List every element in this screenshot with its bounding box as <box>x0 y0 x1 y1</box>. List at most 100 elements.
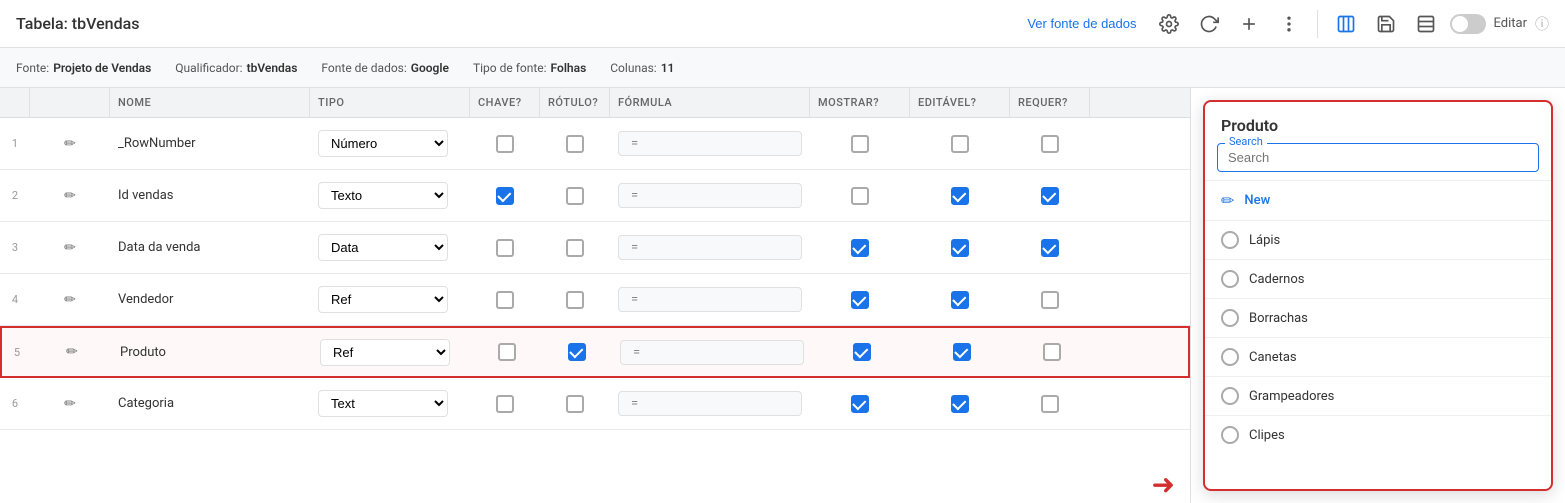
editavel-cell[interactable] <box>910 187 1010 205</box>
editavel-cell[interactable] <box>910 239 1010 257</box>
requer-cell[interactable] <box>1010 239 1090 257</box>
type-select[interactable]: Número Texto Data Ref Text <box>318 234 448 261</box>
chave-checkbox[interactable] <box>498 343 516 361</box>
settings-icon[interactable] <box>1153 8 1185 40</box>
panel-save-icon[interactable] <box>1370 8 1402 40</box>
list-item[interactable]: Borrachas <box>1205 298 1551 337</box>
rotulo-checkbox[interactable] <box>566 187 584 205</box>
type-select[interactable]: Número Texto Data Ref Text <box>318 182 448 209</box>
mostrar-checkbox[interactable] <box>851 291 869 309</box>
list-item[interactable]: Canetas <box>1205 337 1551 376</box>
edit-pencil-icon[interactable]: ✏ <box>64 136 76 152</box>
rotulo-checkbox[interactable] <box>566 291 584 309</box>
rotulo-cell[interactable] <box>542 343 612 361</box>
mostrar-cell[interactable] <box>810 187 910 205</box>
chave-cell[interactable] <box>470 239 540 257</box>
mostrar-checkbox[interactable] <box>851 395 869 413</box>
rotulo-cell[interactable] <box>540 291 610 309</box>
editavel-cell[interactable] <box>910 135 1010 153</box>
type-select[interactable]: Número Texto Data Ref Text <box>318 286 448 313</box>
formula-box[interactable]: = <box>618 183 802 208</box>
requer-checkbox[interactable] <box>1043 343 1061 361</box>
ver-fonte-button[interactable]: Ver fonte de dados <box>1019 12 1144 35</box>
radio-circle[interactable] <box>1221 387 1239 405</box>
mostrar-cell[interactable] <box>810 291 910 309</box>
mostrar-cell[interactable] <box>812 343 912 361</box>
requer-cell[interactable] <box>1010 187 1090 205</box>
requer-checkbox[interactable] <box>1041 239 1059 257</box>
mostrar-checkbox[interactable] <box>851 239 869 257</box>
requer-cell[interactable] <box>1010 291 1090 309</box>
editar-toggle[interactable] <box>1450 14 1486 34</box>
editavel-checkbox[interactable] <box>951 135 969 153</box>
requer-checkbox[interactable] <box>1041 187 1059 205</box>
mostrar-checkbox[interactable] <box>853 343 871 361</box>
list-item[interactable]: Cadernos <box>1205 259 1551 298</box>
list-item[interactable]: Clipes <box>1205 415 1551 454</box>
rotulo-cell[interactable] <box>540 187 610 205</box>
rotulo-cell[interactable] <box>540 135 610 153</box>
requer-cell[interactable] <box>1012 343 1092 361</box>
mostrar-cell[interactable] <box>810 135 910 153</box>
editavel-checkbox[interactable] <box>951 239 969 257</box>
add-icon[interactable] <box>1233 8 1265 40</box>
edit-pencil-icon[interactable]: ✏ <box>66 344 78 360</box>
chave-checkbox[interactable] <box>496 395 514 413</box>
rotulo-cell[interactable] <box>540 239 610 257</box>
edit-pencil-icon[interactable]: ✏ <box>64 240 76 256</box>
panel-columns-icon[interactable] <box>1330 8 1362 40</box>
mostrar-checkbox[interactable] <box>851 135 869 153</box>
chave-cell[interactable] <box>470 395 540 413</box>
rotulo-checkbox[interactable] <box>566 135 584 153</box>
chave-checkbox[interactable] <box>496 291 514 309</box>
list-item[interactable]: Lápis <box>1205 220 1551 259</box>
type-select[interactable]: Número Texto Data Ref Text <box>320 339 450 366</box>
rotulo-cell[interactable] <box>540 395 610 413</box>
edit-pencil-icon[interactable]: ✏ <box>64 396 76 412</box>
requer-cell[interactable] <box>1010 135 1090 153</box>
rotulo-checkbox[interactable] <box>568 343 586 361</box>
edit-pencil-icon[interactable]: ✏ <box>64 188 76 204</box>
formula-box[interactable]: = <box>620 340 804 365</box>
chave-cell[interactable] <box>470 291 540 309</box>
panel-view-icon[interactable] <box>1410 8 1442 40</box>
mostrar-checkbox[interactable] <box>851 187 869 205</box>
editavel-cell[interactable] <box>910 291 1010 309</box>
chave-cell[interactable] <box>470 135 540 153</box>
chave-checkbox[interactable] <box>496 239 514 257</box>
chave-cell[interactable] <box>470 187 540 205</box>
requer-cell[interactable] <box>1010 395 1090 413</box>
requer-checkbox[interactable] <box>1041 135 1059 153</box>
formula-box[interactable]: = <box>618 391 802 416</box>
more-icon[interactable] <box>1273 8 1305 40</box>
editavel-checkbox[interactable] <box>953 343 971 361</box>
editavel-checkbox[interactable] <box>951 187 969 205</box>
list-item[interactable]: ✏ New <box>1205 180 1551 220</box>
radio-circle[interactable] <box>1221 348 1239 366</box>
list-item[interactable]: Grampeadores <box>1205 376 1551 415</box>
editavel-cell[interactable] <box>912 343 1012 361</box>
requer-checkbox[interactable] <box>1041 395 1059 413</box>
formula-box[interactable]: = <box>618 287 802 312</box>
chave-checkbox[interactable] <box>496 135 514 153</box>
radio-circle[interactable] <box>1221 426 1239 444</box>
radio-circle[interactable] <box>1221 270 1239 288</box>
formula-box[interactable]: = <box>618 235 802 260</box>
requer-checkbox[interactable] <box>1041 291 1059 309</box>
mostrar-cell[interactable] <box>810 239 910 257</box>
rotulo-checkbox[interactable] <box>566 239 584 257</box>
edit-pencil-icon[interactable]: ✏ <box>64 292 76 308</box>
editavel-checkbox[interactable] <box>951 291 969 309</box>
rotulo-checkbox[interactable] <box>566 395 584 413</box>
chave-checkbox[interactable] <box>496 187 514 205</box>
editavel-cell[interactable] <box>910 395 1010 413</box>
editavel-checkbox[interactable] <box>951 395 969 413</box>
mostrar-cell[interactable] <box>810 395 910 413</box>
type-select[interactable]: Número Texto Data Ref Text <box>318 130 448 157</box>
type-select[interactable]: Número Texto Data Ref Text <box>318 390 448 417</box>
radio-circle[interactable] <box>1221 309 1239 327</box>
refresh-icon[interactable] <box>1193 8 1225 40</box>
chave-cell[interactable] <box>472 343 542 361</box>
radio-circle[interactable] <box>1221 231 1239 249</box>
formula-box[interactable]: = <box>618 131 802 156</box>
